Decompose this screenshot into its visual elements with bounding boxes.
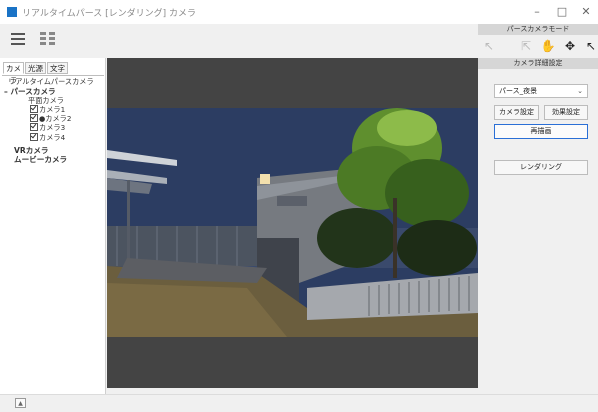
close-button[interactable]: ✕ [576,4,596,20]
camera-pointer-icon[interactable]: ↖ [583,38,598,54]
chevron-down-icon: ⌄ [577,87,583,95]
status-panel-icon[interactable]: ▲ [15,398,26,408]
tree-item-camera-3[interactable]: カメラ3 [30,123,65,133]
camera-select[interactable]: パース_夜景 ⌄ [494,84,588,98]
tab-text[interactable]: 文字 [47,62,68,74]
render-button[interactable]: レンダリング [494,160,588,175]
select-icon[interactable]: ⇱ [518,38,534,54]
hamburger-icon[interactable] [11,33,25,45]
checkbox-icon[interactable] [30,105,38,113]
minimize-button[interactable]: – [527,4,547,20]
window-title: リアルタイムパース [レンダリング] カメラ [22,9,197,19]
camera-detail-header: カメラ詳細設定 [478,58,598,69]
move-icon[interactable]: ✥ [562,38,578,54]
hand-icon[interactable]: ✋ [540,38,556,54]
camera-settings-button[interactable]: カメラ設定 [494,105,539,120]
grid-icon[interactable] [40,32,56,46]
checkbox-icon[interactable] [30,114,38,122]
tab-camera[interactable]: カメラ [3,62,24,85]
tree-item-movie-camera[interactable]: ムービーカメラ [14,154,67,165]
checkbox-icon[interactable] [30,123,38,131]
checkbox-icon[interactable] [30,133,38,141]
effect-settings-button[interactable]: 効果設定 [544,105,588,120]
status-bar [0,394,598,412]
tree-item-camera-4[interactable]: カメラ4 [30,133,65,143]
app-logo-icon [7,7,17,17]
camera-mode-header: パースカメラモード [478,24,598,35]
maximize-button[interactable]: □ [552,4,572,20]
lit-window [260,174,270,184]
tab-light[interactable]: 光源 [25,62,46,74]
tab-divider [2,75,104,76]
wall-window [277,196,307,206]
rendered-scene [107,108,478,337]
pointer-icon[interactable]: ↖ [481,38,497,54]
redraw-button[interactable]: 再描画 [494,124,588,139]
